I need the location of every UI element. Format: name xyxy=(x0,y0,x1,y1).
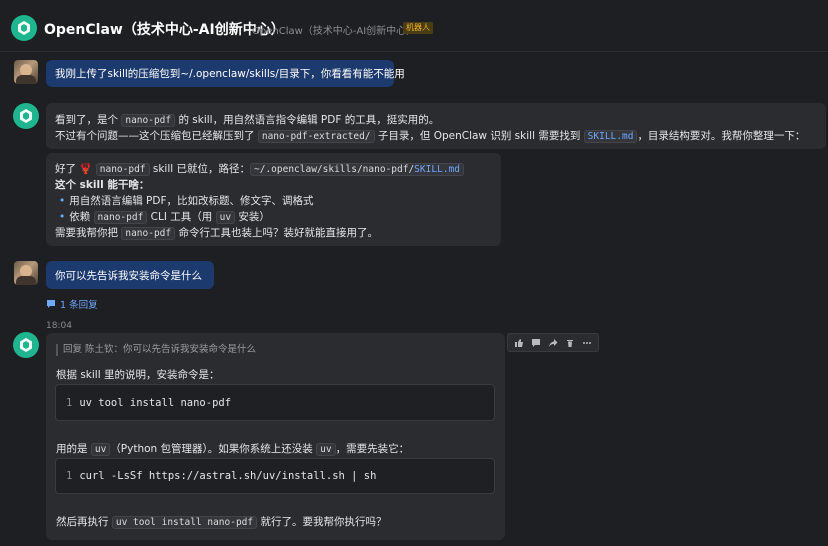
skill-file-link[interactable]: SKILL.md xyxy=(414,164,460,175)
line-number: 1 xyxy=(66,470,73,482)
message-line: 好了 🦞 nano-pdf skill 已就位，路径： ~/.openclaw/s… xyxy=(55,161,464,176)
chat-header: OpenClaw（技术中心-AI创新中心） OpenClaw（技术中心-AI创新… xyxy=(0,0,828,52)
inline-code: uv tool install nano-pdf xyxy=(111,516,258,529)
message-timestamp: 18:04 xyxy=(46,321,72,331)
message-line: 不过有个问题——这个压缩包已经解压到了 nano-pdf-extracted/ … xyxy=(55,130,806,143)
share-icon[interactable] xyxy=(546,336,560,350)
inline-code: uv xyxy=(316,443,336,456)
comment-icon[interactable] xyxy=(529,336,543,350)
code-block[interactable]: 1 uv tool install nano-pdf xyxy=(55,384,495,421)
bullet-item: • 用自然语言编辑 PDF，比如改标题、修文字、调格式 xyxy=(59,195,314,207)
delete-icon[interactable] xyxy=(563,336,577,350)
inline-code: nano-pdf xyxy=(121,114,176,127)
message-line: 需要我帮你把 nano-pdf 命令行工具也装上吗？装好就能直接用了。 xyxy=(55,227,378,240)
code-text: uv tool install nano-pdf xyxy=(79,396,232,409)
bot-message-bubble: 好了 🦞 nano-pdf skill 已就位，路径： ~/.openclaw/s… xyxy=(46,153,501,246)
lobster-emoji-icon: 🦞 xyxy=(79,163,93,175)
message-line: 用的是 uv （Python 包管理器）。如果你系统上还没装 uv ，需要先装它： xyxy=(56,443,410,456)
bot-logo-icon[interactable] xyxy=(11,15,37,41)
bot-message-bubble: 看到了，是个 nano-pdf 的 skill，用自然语言指令编辑 PDF 的工… xyxy=(46,103,826,149)
user-avatar[interactable] xyxy=(14,60,38,84)
chat-subtitle: OpenClaw（技术中心-AI创新中心） xyxy=(252,26,417,37)
message-line: 这个 skill 能干啥： xyxy=(55,179,150,191)
inline-code: uv xyxy=(215,211,236,224)
code-text: curl -LsSf https://astral.sh/uv/install.… xyxy=(79,470,377,482)
chat-title: OpenClaw（技术中心-AI创新中心） xyxy=(44,22,285,38)
bullet-item: • 依赖 nano-pdf CLI 工具（用 uv 安装） xyxy=(59,211,270,224)
message-line: 然后再执行 uv tool install nano-pdf 就行了。要我帮你执… xyxy=(56,516,387,529)
code-block[interactable]: 1 curl -LsSf https://astral.sh/uv/instal… xyxy=(55,458,495,494)
inline-code: nano-pdf-extracted/ xyxy=(257,130,375,143)
skill-file-link[interactable]: SKILL.md xyxy=(583,130,638,143)
message-line: 根据 skill 里的说明，安装命令是： xyxy=(56,369,220,381)
bot-message-bubble xyxy=(46,333,505,540)
message-text: 我刚上传了skill的压缩包到~/.openclaw/skills/目录下，你看… xyxy=(55,68,405,80)
more-icon[interactable] xyxy=(580,336,594,350)
reply-quote: 回复 陈土钦：你可以先告诉我安装命令是什么 xyxy=(56,344,256,356)
line-number: 1 xyxy=(66,396,73,409)
inline-code: nano-pdf xyxy=(121,227,176,240)
skill-path: ~/.openclaw/skills/nano-pdf/SKILL.md xyxy=(250,163,464,176)
message-line: 看到了，是个 nano-pdf 的 skill，用自然语言指令编辑 PDF 的工… xyxy=(55,114,440,127)
thread-replies-link[interactable]: 1 条回复 xyxy=(46,297,98,311)
bot-badge: 机器人 xyxy=(403,22,433,34)
message-text: 你可以先告诉我安装命令是什么 xyxy=(55,269,202,282)
user-message-bubble: 我刚上传了skill的压缩包到~/.openclaw/skills/目录下，你看… xyxy=(46,60,405,87)
user-message-bubble: 你可以先告诉我安装命令是什么 xyxy=(46,261,214,289)
user-avatar[interactable] xyxy=(14,261,38,285)
thumbs-up-icon[interactable] xyxy=(512,336,526,350)
bot-avatar[interactable] xyxy=(13,103,39,129)
inline-code: uv xyxy=(90,443,111,456)
inline-code: nano-pdf xyxy=(93,211,148,224)
message-action-toolbar xyxy=(507,333,599,352)
inline-code: nano-pdf xyxy=(95,163,150,176)
comment-icon xyxy=(47,300,55,308)
bot-avatar[interactable] xyxy=(13,332,39,358)
